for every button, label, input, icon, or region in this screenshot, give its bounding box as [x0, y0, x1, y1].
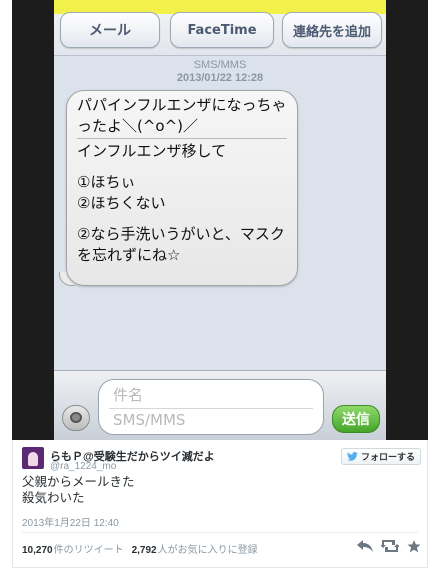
- tweet-stats: 10,270 件のリツイート 2,792 人がお気に入りに登録: [22, 541, 258, 556]
- tweet-text: 父親からメールきた 殺気わいた: [22, 474, 418, 506]
- message-bubble: パパインフルエンザになっちゃったよ＼(^o^)／ インフルエンザ移して ①ほちぃ…: [66, 90, 298, 286]
- add-contact-button[interactable]: 連絡先を追加: [282, 12, 382, 48]
- message-type-label: SMS/MMS: [193, 59, 247, 71]
- contact-action-row: メール FaceTime 連絡先を追加: [54, 0, 386, 56]
- message-option-1: ①ほちぃ: [77, 173, 136, 191]
- message-thread: SMS/MMS 2013/01/22 12:28 パパインフルエンザになっちゃっ…: [54, 56, 386, 370]
- tweet-photo[interactable]: メール FaceTime 連絡先を追加 SMS/MMS 2013/01/22 1…: [12, 0, 428, 440]
- favorite-count[interactable]: 2,792: [132, 545, 157, 556]
- follow-button[interactable]: フォローする: [341, 448, 421, 465]
- message-closing: ②なら手洗いうがいと、マスクを忘れずにね☆: [77, 225, 285, 264]
- camera-icon[interactable]: [62, 405, 90, 431]
- message-date: 2013/01/22 12:28: [176, 72, 264, 84]
- message-option-2: ②ほちくない: [77, 194, 166, 212]
- favorite-count-label: 人がお気に入りに登録: [157, 545, 258, 556]
- favorite-star-icon[interactable]: [407, 539, 421, 553]
- retweet-icon[interactable]: [381, 540, 399, 552]
- mail-button[interactable]: メール: [60, 12, 160, 48]
- follow-label: フォローする: [360, 452, 415, 462]
- tweet-actions: [357, 538, 421, 554]
- retweet-count[interactable]: 10,270: [22, 545, 53, 556]
- field-divider: [109, 408, 313, 409]
- body-placeholder: SMS/MMS: [113, 411, 186, 429]
- facetime-button[interactable]: FaceTime: [170, 12, 274, 48]
- twitter-bird-icon: [347, 452, 358, 461]
- tweet-text-line: 殺気わいた: [22, 490, 85, 505]
- send-button[interactable]: 送信: [332, 405, 380, 433]
- tweet-embed: メール FaceTime 連絡先を追加 SMS/MMS 2013/01/22 1…: [0, 0, 439, 571]
- sms-screenshot: メール FaceTime 連絡先を追加 SMS/MMS 2013/01/22 1…: [54, 0, 386, 440]
- subject-divider: [77, 138, 287, 139]
- retweet-count-label: 件のリツイート: [53, 545, 124, 556]
- compose-field[interactable]: 件名 SMS/MMS: [98, 379, 324, 435]
- message-subject: パパインフルエンザになっちゃったよ＼(^o^)／: [77, 96, 287, 135]
- stats-divider: [22, 532, 418, 533]
- tweet-timestamp[interactable]: 2013年1月22日 12:40: [22, 514, 119, 529]
- compose-bar: 件名 SMS/MMS 送信: [54, 370, 386, 440]
- message-line: インフルエンザ移して: [77, 142, 227, 160]
- reply-icon[interactable]: [357, 540, 373, 552]
- tweet-text-line: 父親からメールきた: [22, 474, 135, 489]
- tweet-card: らもＰ@受験生だからツイ減だよ @ra_1224_mo フォローする 父親からメ…: [12, 440, 428, 568]
- screen-name[interactable]: @ra_1224_mo: [50, 461, 116, 472]
- subject-placeholder: 件名: [113, 386, 144, 404]
- avatar[interactable]: [22, 447, 44, 469]
